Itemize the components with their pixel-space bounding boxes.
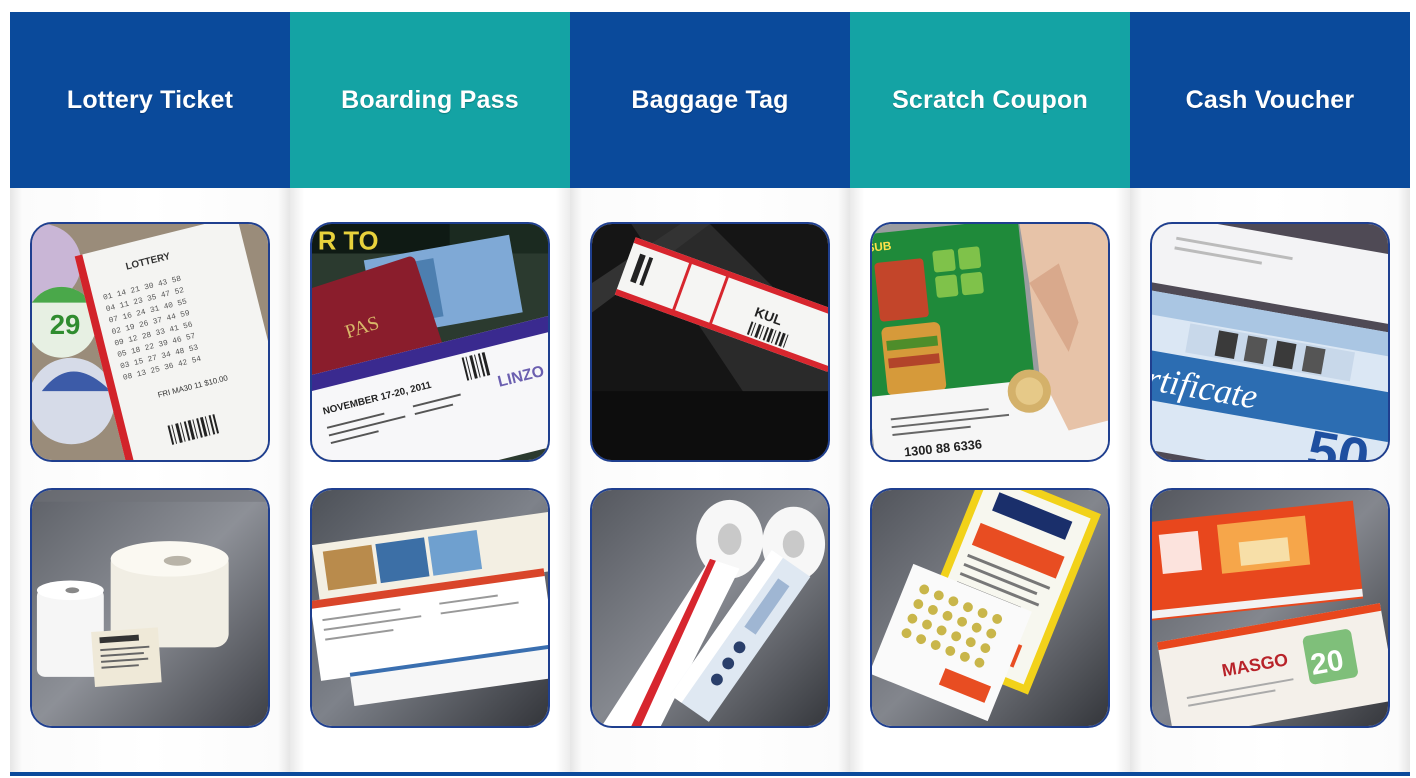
header-lottery-ticket: Lottery Ticket [10,12,290,188]
lottery-ball-number: 29 [50,309,81,340]
cash-voucher-photo: rtificate 50 [1150,222,1390,462]
coupon-brand: SUB [872,239,892,256]
header-scratch-coupon: Scratch Coupon [850,12,1130,188]
column-boarding-pass: Boarding Pass R TO PAS NOVEMBER 17-20, 2… [290,12,570,772]
header-boarding-pass: Boarding Pass [290,12,570,188]
lottery-paper-rolls-photo [30,488,270,728]
bottom-divider [10,772,1410,776]
header-cash-voucher: Cash Voucher [1130,12,1410,188]
column-title: Boarding Pass [341,85,519,114]
boarding-pass-photo: R TO PAS NOVEMBER 17-20, 2011 LINZO [310,222,550,462]
airport-sign-text: R TO [318,228,379,256]
baggage-tag-rolls-photo [590,488,830,728]
column-lottery-ticket: Lottery Ticket 29 LOTTERY 01 14 21 30 43… [10,12,290,772]
lottery-ticket-photo: 29 LOTTERY 01 14 21 30 43 58 04 11 23 35… [30,222,270,462]
boarding-pass-stock-photo [310,488,550,728]
column-scratch-coupon: Scratch Coupon SUB 1300 88 6336 [850,12,1130,772]
voucher-bottom-amount: 20 [1308,644,1346,682]
column-title: Baggage Tag [631,85,789,114]
column-title: Cash Voucher [1185,85,1355,114]
scratch-coupon-photo: SUB 1300 88 6336 [870,222,1110,462]
column-title: Lottery Ticket [66,85,234,114]
cash-voucher-stack-photo: MASGO 20 [1150,488,1390,728]
column-cash-voucher: Cash Voucher rtificate 50 MASGO 20 [1130,12,1410,772]
column-title: Scratch Coupon [892,85,1088,114]
product-board: Lottery Ticket 29 LOTTERY 01 14 21 30 43… [10,12,1410,772]
column-baggage-tag: Baggage Tag KUL [570,12,850,772]
baggage-tag-photo: KUL [590,222,830,462]
scratch-coupon-stack-photo [870,488,1110,728]
header-baggage-tag: Baggage Tag [570,12,850,188]
